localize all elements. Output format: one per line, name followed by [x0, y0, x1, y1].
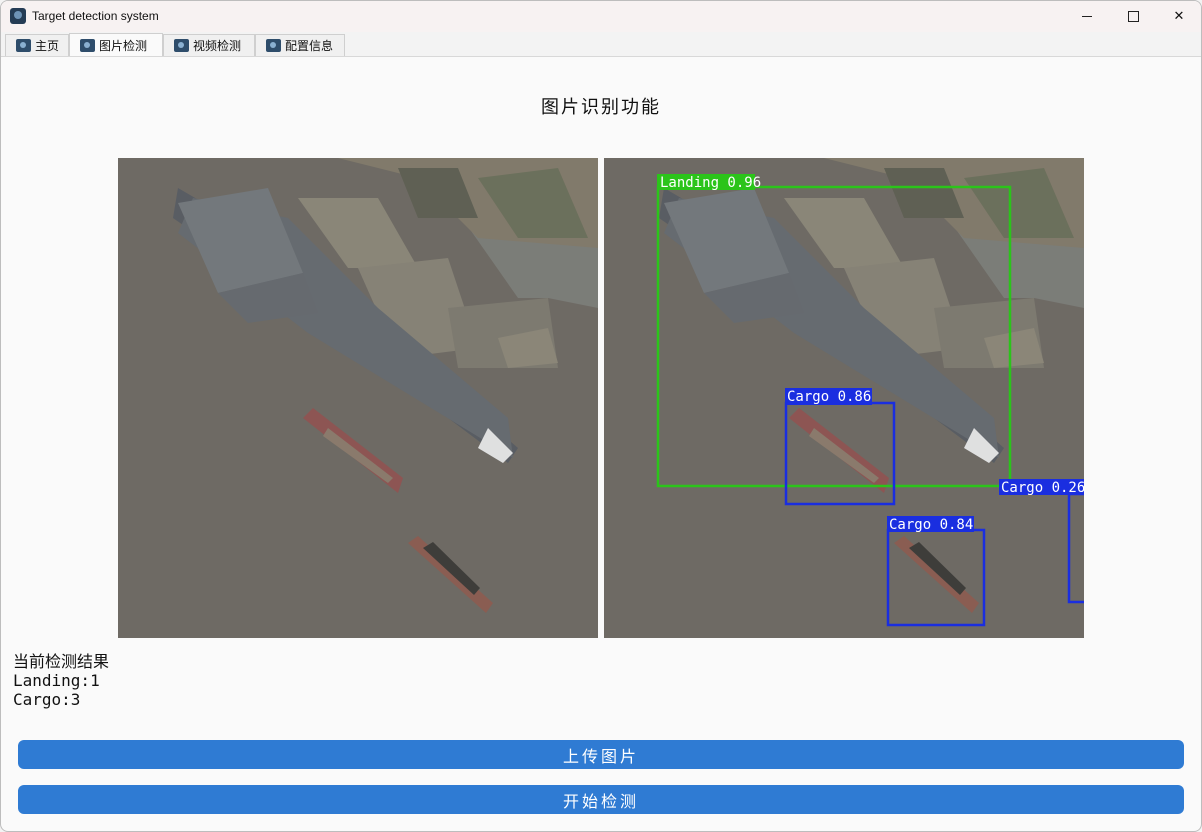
minimize-button[interactable]: [1064, 1, 1110, 32]
title-bar: Target detection system: [1, 1, 1201, 32]
page-title: 图片识别功能: [541, 97, 661, 118]
tab-bar: 主页 图片检测 视频检测 配置信息: [1, 32, 1201, 57]
app-icon: [266, 39, 281, 52]
detection-label: Cargo 0.86: [787, 389, 871, 405]
satellite-image: [118, 158, 598, 638]
tab-home[interactable]: 主页: [5, 34, 69, 56]
results-line: Landing:1: [13, 671, 100, 690]
detection-results: 当前检测结果 Landing:1 Cargo:3: [13, 652, 109, 709]
maximize-button[interactable]: [1110, 1, 1156, 32]
tab-image-detection[interactable]: 图片检测: [69, 33, 163, 56]
tab-label: 视频检测: [193, 39, 242, 53]
app-window: Target detection system 主页 图片检测 视频检测 配置信…: [0, 0, 1202, 832]
tab-label: 图片检测: [99, 38, 148, 53]
start-detection-button[interactable]: 开始检测: [18, 785, 1184, 814]
app-icon: [16, 39, 31, 52]
results-line: Cargo:3: [13, 690, 81, 709]
detection-label: Cargo 0.26: [1001, 480, 1084, 496]
tab-label: 配置信息: [285, 39, 334, 53]
tab-video-detection[interactable]: 视频检测: [163, 34, 255, 56]
app-icon: [80, 38, 95, 52]
detection-result-image: Landing 0.96 Cargo 0.86 Cargo 0.84 Cargo…: [604, 158, 1084, 638]
close-button[interactable]: [1156, 1, 1201, 32]
upload-image-button[interactable]: 上传图片: [18, 740, 1184, 769]
satellite-image: Landing 0.96 Cargo 0.86 Cargo 0.84 Cargo…: [604, 158, 1084, 638]
tab-config-info[interactable]: 配置信息: [255, 34, 345, 56]
tab-label: 主页: [35, 39, 60, 53]
app-icon: [10, 8, 26, 24]
detection-label: Cargo 0.84: [889, 517, 973, 533]
original-image: [118, 158, 598, 638]
results-heading: 当前检测结果: [13, 652, 110, 671]
window-title: Target detection system: [32, 9, 159, 23]
detection-label: Landing 0.96: [660, 175, 761, 191]
app-icon: [174, 39, 189, 52]
